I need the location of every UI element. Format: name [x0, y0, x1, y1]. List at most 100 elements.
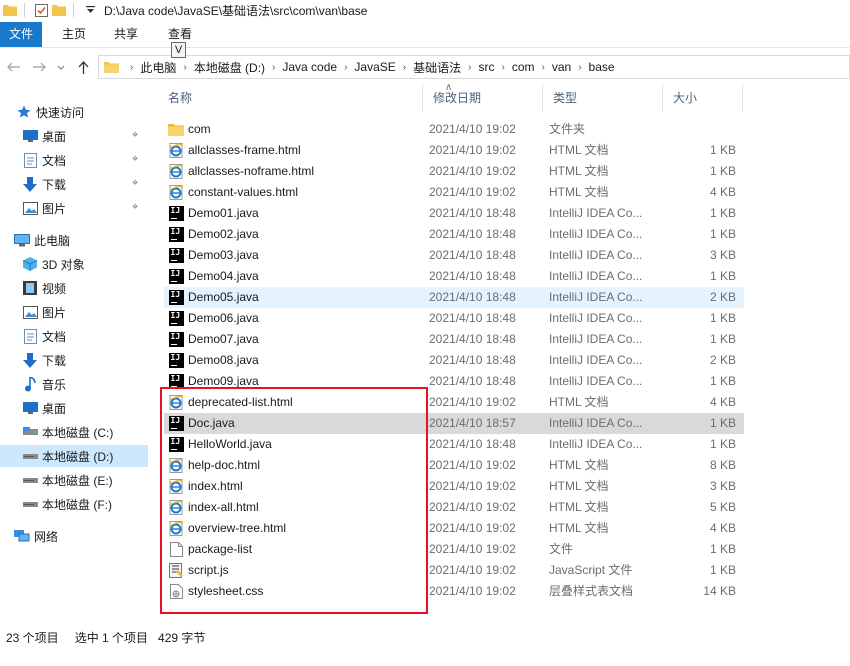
file-row[interactable]: constant-values.html 2021/4/10 19:02 HTML …: [164, 182, 744, 203]
file-row[interactable]: overview-tree.html 2021/4/10 19:02 HTML 文档…: [164, 518, 744, 539]
forward-arrow-icon[interactable]: [30, 57, 48, 77]
breadcrumb-src[interactable]: src: [478, 60, 494, 74]
nav-item-downloads[interactable]: 下载 ⌖: [0, 173, 148, 195]
breadcrumb-separator-icon[interactable]: ›: [578, 62, 581, 73]
nav-item-drive-c[interactable]: 本地磁盘 (C:): [0, 421, 148, 443]
nav-item-drive-d[interactable]: 本地磁盘 (D:): [0, 445, 148, 467]
nav-item-quick-access[interactable]: 快速访问: [0, 101, 148, 123]
nav-item-music[interactable]: 音乐: [0, 373, 148, 395]
file-row[interactable]: IJ Demo05.java 2021/4/10 18:48 IntelliJ IDE…: [164, 287, 744, 308]
nav-item-desktop-pc[interactable]: 桌面: [0, 397, 148, 419]
nav-item-pictures[interactable]: 图片 ⌖: [0, 197, 148, 219]
breadcrumb-java-code[interactable]: Java code: [282, 60, 337, 74]
breadcrumb-this-pc[interactable]: 此电脑: [140, 59, 176, 76]
file-row[interactable]: package-list 2021/4/10 19:02 文件 1 KB: [164, 539, 744, 560]
breadcrumb-separator-icon[interactable]: ›: [403, 62, 406, 73]
nav-item-this-pc[interactable]: 此电脑: [0, 229, 148, 251]
file-name-cell[interactable]: IJ Demo09.java: [168, 371, 418, 392]
file-name-cell[interactable]: allclasses-frame.html: [168, 140, 418, 161]
nav-item-3d-objects[interactable]: 3D 对象: [0, 253, 148, 275]
folder-icon[interactable]: [2, 3, 18, 17]
breadcrumb-separator-icon[interactable]: ›: [272, 62, 275, 73]
file-row[interactable]: stylesheet.css 2021/4/10 19:02 层叠样式表文档 14 K…: [164, 581, 744, 602]
address-bar[interactable]: › 此电脑 › 本地磁盘 (D:) › Java code › JavaSE ›…: [98, 55, 850, 79]
file-name-cell[interactable]: com: [168, 119, 418, 140]
tab-share[interactable]: 共享: [104, 22, 148, 47]
file-name-cell[interactable]: package-list: [168, 539, 418, 560]
file-name-cell[interactable]: IJ Demo03.java: [168, 245, 418, 266]
breadcrumb-van[interactable]: van: [552, 60, 571, 74]
file-row[interactable]: IJ Demo04.java 2021/4/10 18:48 IntelliJ IDE…: [164, 266, 744, 287]
file-name-cell[interactable]: script.js: [168, 560, 418, 581]
pin-icon[interactable]: ⌖: [132, 129, 144, 143]
file-name-cell[interactable]: deprecated-list.html: [168, 392, 418, 413]
new-folder-icon[interactable]: [51, 3, 67, 17]
file-row[interactable]: IJ Demo08.java 2021/4/10 18:48 IntelliJ IDE…: [164, 350, 744, 371]
file-row[interactable]: IJ HelloWorld.java 2021/4/10 18:48 IntelliJ…: [164, 434, 744, 455]
breadcrumb-separator-icon[interactable]: ›: [468, 62, 471, 73]
file-row[interactable]: index.html 2021/4/10 19:02 HTML 文档 3 KB: [164, 476, 744, 497]
file-name-cell[interactable]: IJ Demo08.java: [168, 350, 418, 371]
breadcrumb-drive-d[interactable]: 本地磁盘 (D:): [194, 59, 265, 76]
breadcrumb-com[interactable]: com: [512, 60, 535, 74]
breadcrumb-separator-icon[interactable]: ›: [344, 62, 347, 73]
nav-item-pictures-pc[interactable]: 图片: [0, 301, 148, 323]
pin-icon[interactable]: ⌖: [132, 177, 144, 191]
file-row[interactable]: help-doc.html 2021/4/10 19:02 HTML 文档 8 KB: [164, 455, 744, 476]
properties-checkbox-icon[interactable]: [33, 3, 49, 17]
nav-item-drive-f[interactable]: 本地磁盘 (F:): [0, 493, 148, 515]
recent-locations-chevron-icon[interactable]: [52, 57, 70, 77]
pin-icon[interactable]: ⌖: [132, 201, 144, 215]
file-row[interactable]: allclasses-noframe.html 2021/4/10 19:02 HT…: [164, 161, 744, 182]
column-header-name[interactable]: 名称: [158, 84, 423, 112]
column-header-size[interactable]: 大小: [663, 84, 743, 112]
breadcrumb-separator-icon[interactable]: ›: [183, 62, 186, 73]
file-name-cell[interactable]: IJ Demo07.java: [168, 329, 418, 350]
file-name-cell[interactable]: stylesheet.css: [168, 581, 418, 602]
file-name-cell[interactable]: IJ Demo02.java: [168, 224, 418, 245]
file-name-cell[interactable]: IJ Demo01.java: [168, 203, 418, 224]
file-name-cell[interactable]: overview-tree.html: [168, 518, 418, 539]
file-row[interactable]: com 2021/4/10 19:02 文件夹: [164, 119, 744, 140]
nav-item-videos[interactable]: 视频: [0, 277, 148, 299]
file-row[interactable]: allclasses-frame.html 2021/4/10 19:02 HTML…: [164, 140, 744, 161]
file-row[interactable]: IJ Demo01.java 2021/4/10 18:48 IntelliJ IDE…: [164, 203, 744, 224]
file-name-cell[interactable]: help-doc.html: [168, 455, 418, 476]
column-header-date[interactable]: 修改日期: [423, 84, 543, 112]
file-row[interactable]: index-all.html 2021/4/10 19:02 HTML 文档 5 KB: [164, 497, 744, 518]
file-name-cell[interactable]: IJ Demo05.java: [168, 287, 418, 308]
breadcrumb-javase[interactable]: JavaSE: [354, 60, 395, 74]
file-name-cell[interactable]: IJ Demo04.java: [168, 266, 418, 287]
file-row[interactable]: deprecated-list.html 2021/4/10 19:02 HTML …: [164, 392, 744, 413]
breadcrumb-basic-syntax[interactable]: 基础语法: [413, 59, 461, 76]
file-name-cell[interactable]: IJ HelloWorld.java: [168, 434, 418, 455]
file-row[interactable]: IJ Doc.java 2021/4/10 18:57 IntelliJ IDEA C…: [164, 413, 744, 434]
file-name-cell[interactable]: index-all.html: [168, 497, 418, 518]
file-row[interactable]: IJ Demo07.java 2021/4/10 18:48 IntelliJ IDE…: [164, 329, 744, 350]
nav-item-documents-pc[interactable]: 文档: [0, 325, 148, 347]
customize-quick-access-icon[interactable]: [82, 3, 98, 17]
file-row[interactable]: IJ Demo09.java 2021/4/10 18:48 IntelliJ IDE…: [164, 371, 744, 392]
column-header-type[interactable]: 类型: [543, 84, 663, 112]
tab-file[interactable]: 文件: [0, 22, 42, 47]
file-row[interactable]: IJ Demo03.java 2021/4/10 18:48 IntelliJ IDE…: [164, 245, 744, 266]
nav-item-desktop[interactable]: 桌面 ⌖: [0, 125, 148, 147]
up-arrow-icon[interactable]: [74, 57, 92, 77]
nav-item-drive-e[interactable]: 本地磁盘 (E:): [0, 469, 148, 491]
file-row[interactable]: IJ Demo06.java 2021/4/10 18:48 IntelliJ IDE…: [164, 308, 744, 329]
file-row[interactable]: IJ Demo02.java 2021/4/10 18:48 IntelliJ IDE…: [164, 224, 744, 245]
file-name-cell[interactable]: allclasses-noframe.html: [168, 161, 418, 182]
file-name-cell[interactable]: constant-values.html: [168, 182, 418, 203]
file-name-cell[interactable]: IJ Demo06.java: [168, 308, 418, 329]
nav-item-documents[interactable]: 文档 ⌖: [0, 149, 148, 171]
file-name-cell[interactable]: IJ Doc.java: [168, 413, 418, 434]
file-row[interactable]: script.js 2021/4/10 19:02 JavaScript 文件 1 K…: [164, 560, 744, 581]
breadcrumb-base[interactable]: base: [589, 60, 615, 74]
pin-icon[interactable]: ⌖: [132, 153, 144, 167]
tab-home[interactable]: 主页: [52, 22, 96, 47]
file-name-cell[interactable]: index.html: [168, 476, 418, 497]
nav-item-downloads-pc[interactable]: 下载: [0, 349, 148, 371]
nav-item-network[interactable]: 网络: [0, 525, 148, 547]
back-arrow-icon[interactable]: [4, 57, 22, 77]
breadcrumb-separator-icon[interactable]: ›: [542, 62, 545, 73]
